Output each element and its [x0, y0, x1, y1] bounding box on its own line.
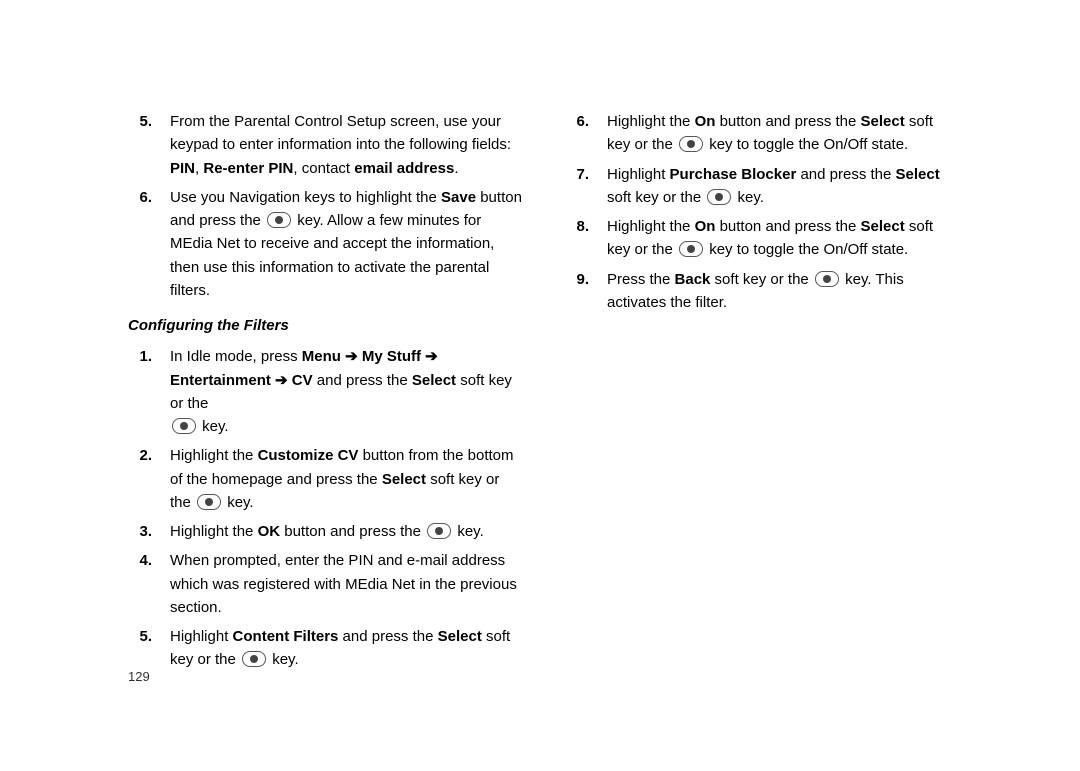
nav-key-icon [815, 271, 839, 287]
item-body: In Idle mode, press Menu ➔ My Stuff ➔ En… [170, 345, 523, 438]
section-heading: Configuring the Filters [128, 314, 523, 337]
item-number: 6. [565, 110, 607, 157]
item-number: 5. [128, 110, 170, 180]
item-number: 9. [565, 268, 607, 315]
list-item: 5.Highlight Content Filters and press th… [128, 625, 523, 672]
item-body: Use you Navigation keys to highlight the… [170, 186, 523, 302]
bold-text: email address [354, 160, 454, 177]
arrow-icon: ➔ [275, 372, 288, 389]
left-column: 5.From the Parental Control Setup screen… [128, 110, 555, 678]
item-body: When prompted, enter the PIN and e-mail … [170, 549, 523, 619]
bold-text: On [695, 218, 716, 235]
bold-text: Re-enter PIN [203, 160, 293, 177]
bold-text: Customize CV [258, 447, 359, 464]
list-item: 3.Highlight the OK button and press the … [128, 520, 523, 543]
bold-text: Entertainment [170, 372, 271, 389]
arrow-icon: ➔ [345, 348, 358, 365]
item-number: 7. [565, 163, 607, 210]
bold-text: Select [412, 372, 456, 389]
bold-text: Select [382, 471, 426, 488]
item-body: Highlight the OK button and press the ke… [170, 520, 523, 543]
nav-key-icon [267, 212, 291, 228]
bold-text: Select [861, 218, 905, 235]
left-list: 1.In Idle mode, press Menu ➔ My Stuff ➔ … [128, 345, 523, 671]
page: 5.From the Parental Control Setup screen… [0, 0, 1080, 678]
list-item: 2.Highlight the Customize CV button from… [128, 444, 523, 514]
pre-list: 5.From the Parental Control Setup screen… [128, 110, 523, 302]
nav-key-icon [679, 241, 703, 257]
list-item: 8.Highlight the On button and press the … [565, 215, 960, 262]
item-body: Highlight the Customize CV button from t… [170, 444, 523, 514]
bold-text: PIN [170, 160, 195, 177]
list-item: 6.Highlight the On button and press the … [565, 110, 960, 157]
bold-text: Content Filters [233, 628, 339, 645]
item-number: 5. [128, 625, 170, 672]
nav-key-icon [197, 494, 221, 510]
nav-key-icon [679, 136, 703, 152]
item-number: 1. [128, 345, 170, 438]
arrow-icon: ➔ [425, 348, 438, 365]
item-number: 6. [128, 186, 170, 302]
bold-text: Select [861, 113, 905, 130]
bold-text: My Stuff [362, 348, 421, 365]
item-body: Highlight the On button and press the Se… [607, 110, 960, 157]
bold-text: Save [441, 189, 476, 206]
item-number: 3. [128, 520, 170, 543]
item-body: Highlight the On button and press the Se… [607, 215, 960, 262]
nav-key-icon [427, 523, 451, 539]
bold-text: Select [438, 628, 482, 645]
list-item: 5.From the Parental Control Setup screen… [128, 110, 523, 180]
list-item: 4.When prompted, enter the PIN and e-mai… [128, 549, 523, 619]
item-body: From the Parental Control Setup screen, … [170, 110, 523, 180]
item-number: 8. [565, 215, 607, 262]
list-item: 6.Use you Navigation keys to highlight t… [128, 186, 523, 302]
nav-key-icon [242, 651, 266, 667]
bold-text: Select [896, 166, 940, 183]
nav-key-icon [172, 418, 196, 434]
list-item: 7.Highlight Purchase Blocker and press t… [565, 163, 960, 210]
nav-key-icon [707, 189, 731, 205]
list-item: 1.In Idle mode, press Menu ➔ My Stuff ➔ … [128, 345, 523, 438]
list-item: 9.Press the Back soft key or the key. Th… [565, 268, 960, 315]
bold-text: CV [292, 372, 313, 389]
item-body: Press the Back soft key or the key. This… [607, 268, 960, 315]
right-list: 6.Highlight the On button and press the … [565, 110, 960, 314]
bold-text: Menu [302, 348, 341, 365]
item-number: 4. [128, 549, 170, 619]
item-number: 2. [128, 444, 170, 514]
bold-text: Back [675, 271, 711, 288]
bold-text: Purchase Blocker [670, 166, 797, 183]
bold-text: OK [258, 523, 281, 540]
item-body: Highlight Purchase Blocker and press the… [607, 163, 960, 210]
right-column: 6.Highlight the On button and press the … [555, 110, 1000, 678]
item-body: Highlight Content Filters and press the … [170, 625, 523, 672]
page-number: 129 [128, 667, 150, 687]
bold-text: On [695, 113, 716, 130]
